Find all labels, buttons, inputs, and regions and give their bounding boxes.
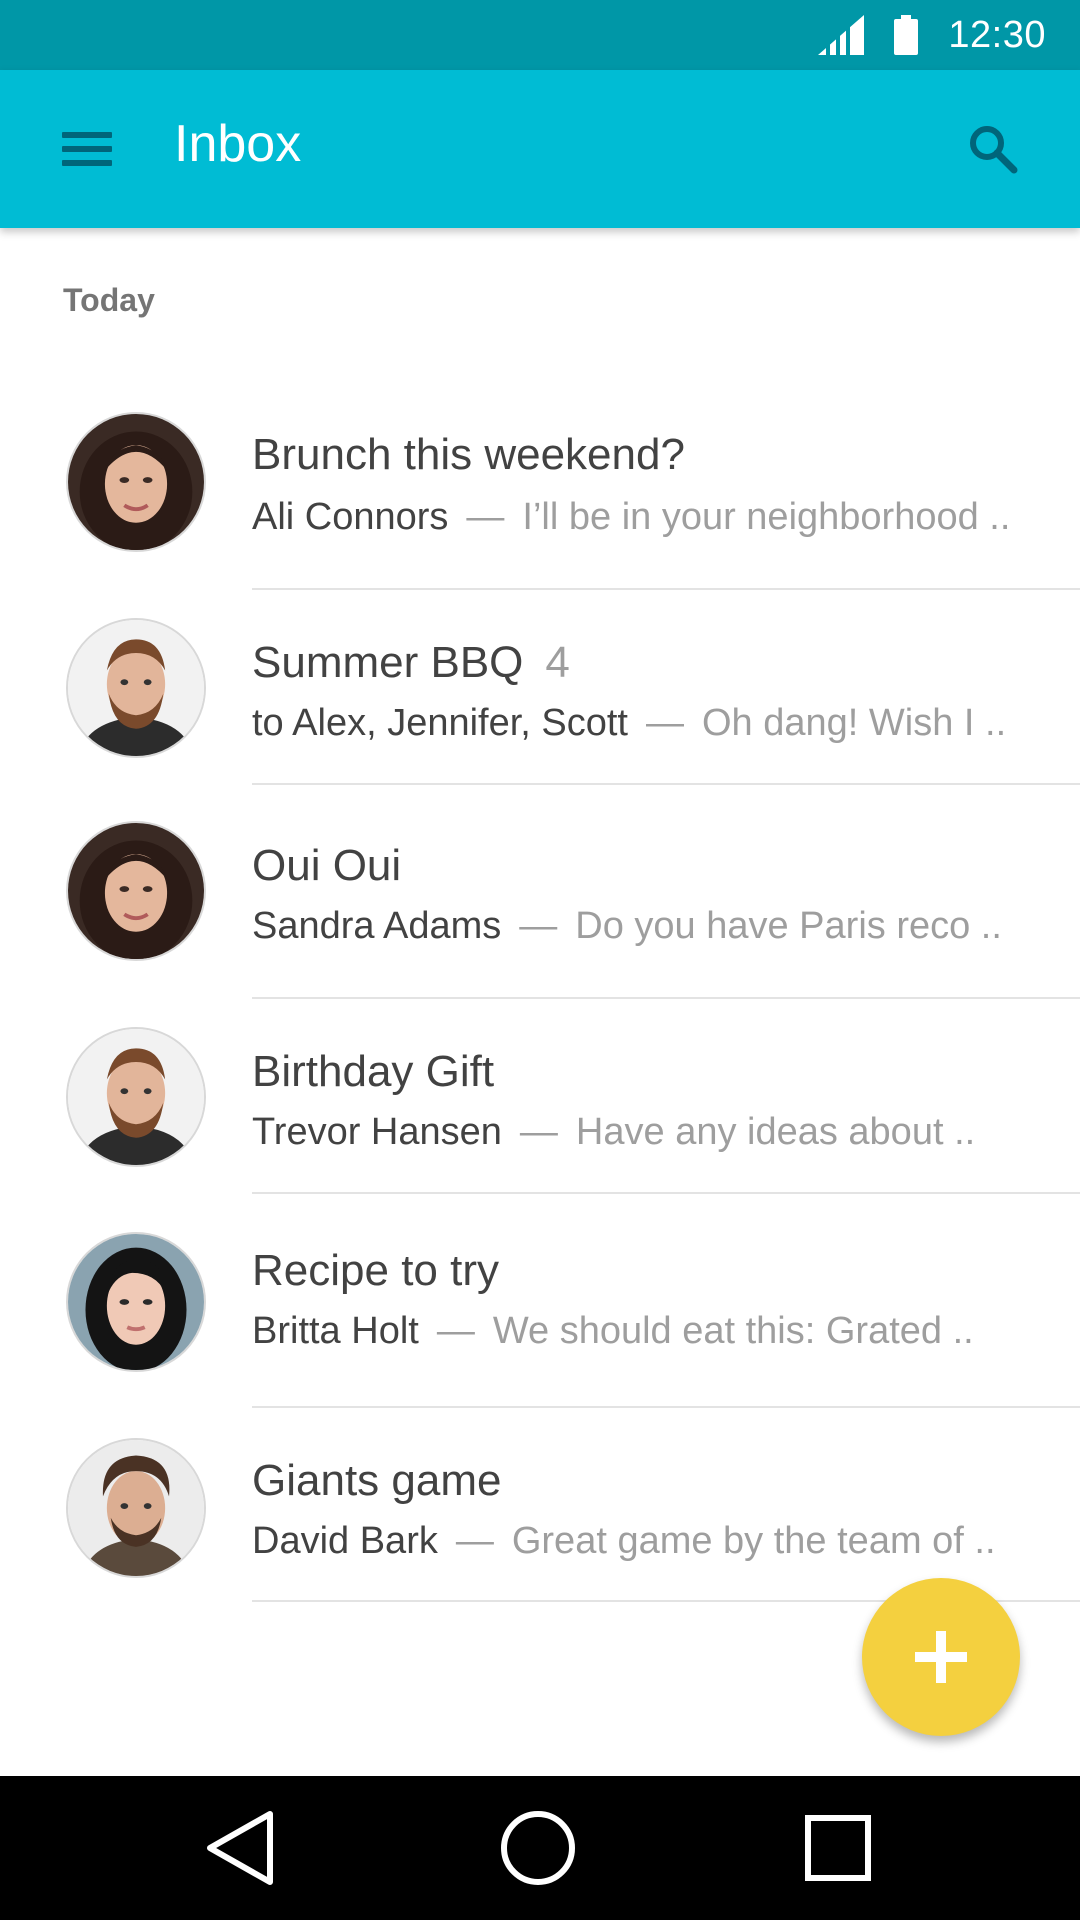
mail-snippet: Have any ideas about .. <box>575 1111 976 1153</box>
mail-subject: Giants game <box>252 1456 502 1505</box>
status-time: 12:30 <box>948 13 1046 56</box>
mail-snippet: We should eat this: Grated .. <box>492 1310 974 1352</box>
mail-subject: Oui Oui <box>252 841 402 890</box>
mail-sender: David Bark <box>252 1520 438 1562</box>
mail-subject: Summer BBQ 4 <box>252 638 570 687</box>
compose-button[interactable] <box>862 1578 1020 1736</box>
back-icon[interactable] <box>198 1806 282 1890</box>
mail-preview: Sandra Adams — Do you have Paris reco .. <box>252 905 1002 947</box>
status-bar: 12:30 <box>0 0 1080 70</box>
list-item[interactable]: Brunch this weekend? Ali Connors — I’ll be… <box>0 400 1080 590</box>
plus-icon <box>915 1631 967 1683</box>
mail-snippet: Great game by the team of .. <box>511 1520 996 1562</box>
mail-subject: Recipe to try <box>252 1246 499 1295</box>
mail-sender: Sandra Adams <box>252 905 502 947</box>
mail-preview: Ali Connors — I’ll be in your neighborhood… <box>252 496 1011 538</box>
menu-icon[interactable] <box>58 126 118 172</box>
recents-icon[interactable] <box>796 1806 880 1890</box>
list-item[interactable]: Birthday Gift Trevor Hansen — Have any ide… <box>0 999 1080 1193</box>
avatar <box>66 618 206 758</box>
signal-icon <box>818 15 865 55</box>
list-item[interactable]: Giants game David Bark — Great game by the… <box>0 1408 1080 1602</box>
mail-preview: Britta Holt — We should eat this: Grated .… <box>252 1310 974 1352</box>
battery-icon <box>894 15 919 55</box>
avatar <box>66 1438 206 1578</box>
list-item[interactable]: Recipe to try Britta Holt — We should eat … <box>0 1194 1080 1407</box>
avatar <box>66 1232 206 1372</box>
mail-sender: Trevor Hansen <box>252 1111 502 1153</box>
mail-preview: David Bark — Great game by the team of .. <box>252 1520 996 1562</box>
mail-sender: to Alex, Jennifer, Scott <box>252 702 628 744</box>
mail-subject: Birthday Gift <box>252 1047 495 1096</box>
search-icon[interactable] <box>966 122 1022 178</box>
mail-preview: Trevor Hansen — Have any ideas about .. <box>252 1111 976 1153</box>
list-item[interactable]: Summer BBQ 4 to Alex, Jennifer, Scott — Oh … <box>0 590 1080 784</box>
mail-snippet: Do you have Paris reco .. <box>575 905 1002 947</box>
navigation-bar <box>0 1776 1080 1920</box>
home-icon[interactable] <box>496 1806 580 1890</box>
avatar <box>66 821 206 961</box>
page-title: Inbox <box>174 115 302 173</box>
mail-preview: to Alex, Jennifer, Scott — Oh dang! Wish I… <box>252 702 1007 744</box>
mail-sender: Ali Connors <box>252 496 449 538</box>
avatar <box>66 412 206 552</box>
list-item[interactable]: Oui Oui Sandra Adams — Do you have Paris r… <box>0 785 1080 998</box>
app-bar: Inbox <box>0 70 1080 228</box>
mail-subject: Brunch this weekend? <box>252 430 685 479</box>
section-label-today: Today <box>63 282 155 318</box>
mail-snippet: I’ll be in your neighborhood .. <box>522 496 1011 538</box>
mail-sender: Britta Holt <box>252 1310 419 1352</box>
mail-snippet: Oh dang! Wish I .. <box>702 702 1007 744</box>
message-count: 4 <box>545 638 570 687</box>
avatar <box>66 1027 206 1167</box>
